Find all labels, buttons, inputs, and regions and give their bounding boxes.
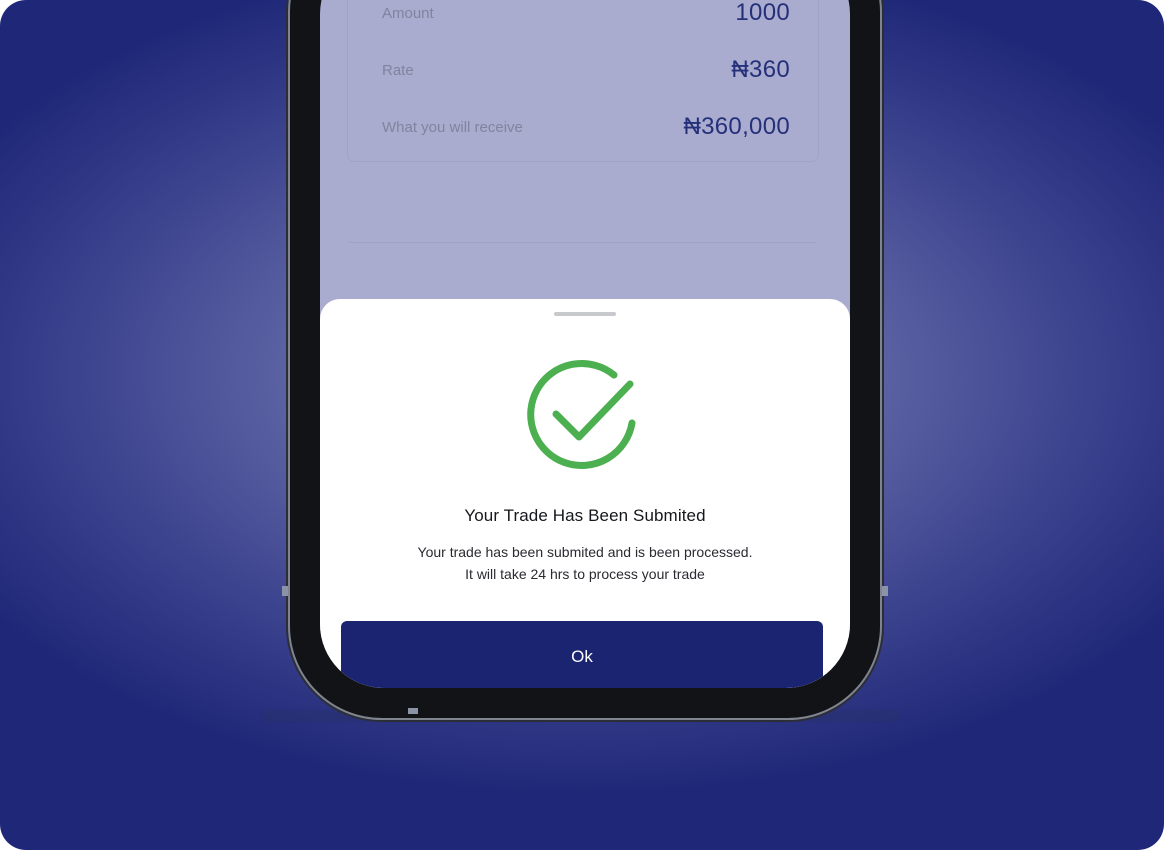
summary-value: 1000 — [735, 0, 790, 26]
summary-row-receive: What you will receive ₦360,000 — [382, 107, 790, 147]
sheet-grabber-handle[interactable] — [554, 312, 616, 316]
success-bottom-sheet: Your Trade Has Been Submited Your trade … — [320, 299, 850, 688]
ok-button[interactable]: Ok — [341, 621, 823, 688]
sheet-message-line2: It will take 24 hrs to process your trad… — [465, 566, 705, 582]
summary-label: What you will receive — [382, 118, 523, 136]
summary-row-rate: Rate ₦360 — [382, 50, 790, 90]
background: Amount 1000 Rate ₦360 What you will rece… — [0, 0, 1164, 850]
summary-row-amount: Amount 1000 — [382, 0, 790, 33]
summary-value: ₦360 — [731, 56, 790, 83]
sheet-title: Your Trade Has Been Submited — [464, 506, 706, 525]
summary-label: Rate — [382, 61, 414, 79]
phone-screen: Amount 1000 Rate ₦360 What you will rece… — [320, 0, 850, 688]
trade-summary-card: Amount 1000 Rate ₦360 What you will rece… — [347, 0, 819, 162]
summary-value: ₦360,000 — [683, 113, 790, 140]
phone-frame: Amount 1000 Rate ₦360 What you will rece… — [282, 0, 888, 718]
sheet-message-line1: Your trade has been submited and is been… — [417, 544, 753, 560]
check-circle-icon — [527, 359, 636, 469]
divider — [348, 242, 816, 243]
phone-bottom-port — [408, 708, 418, 714]
phone-side-button-left — [282, 586, 288, 596]
phone-side-button-right — [882, 586, 888, 596]
summary-label: Amount — [382, 4, 434, 22]
